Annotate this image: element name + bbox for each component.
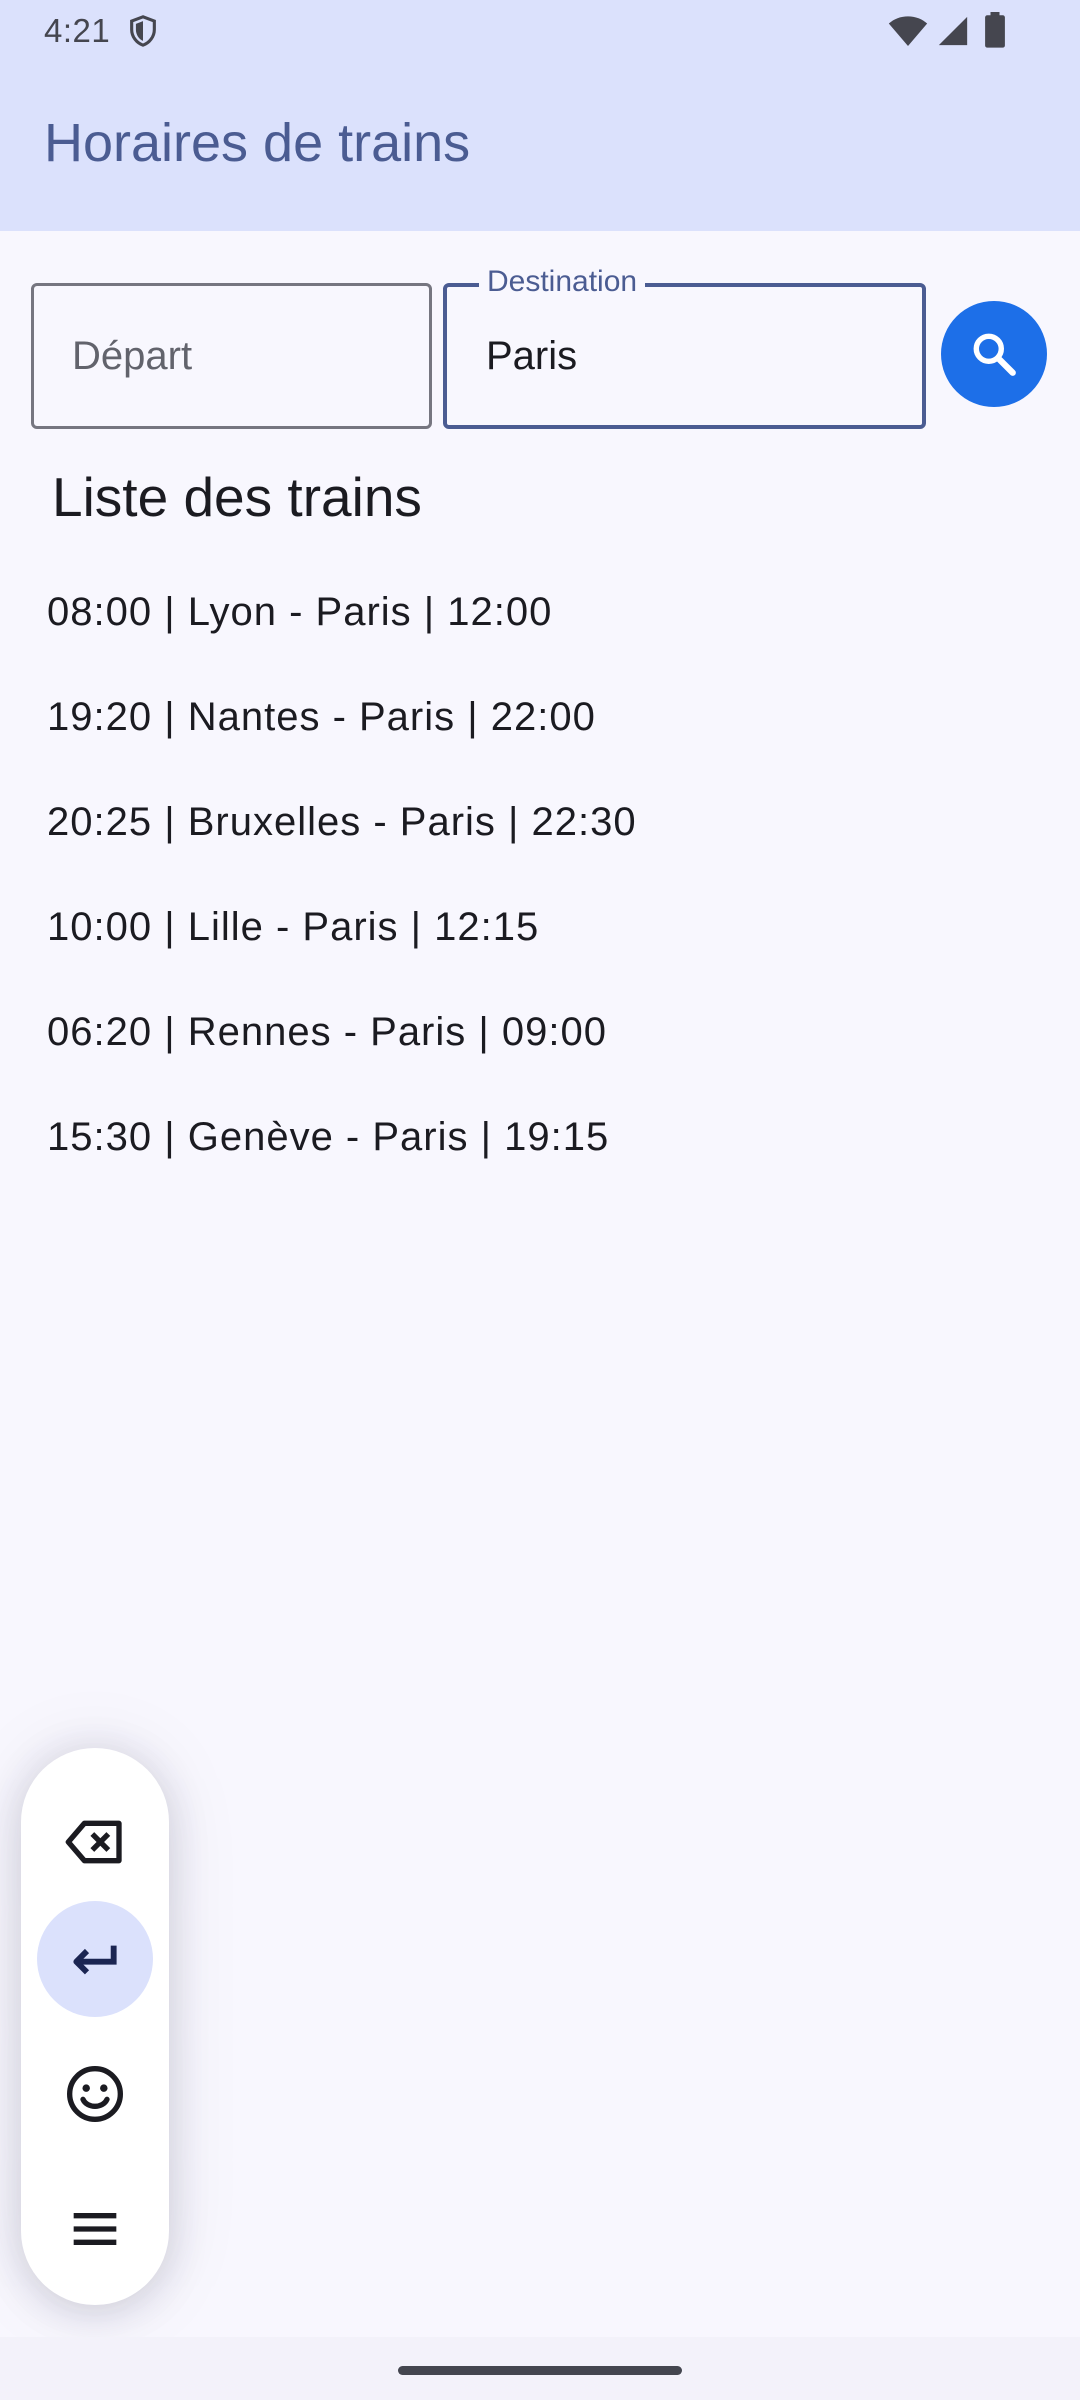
battery-icon	[985, 12, 1005, 48]
app-title: Horaires de trains	[44, 113, 471, 173]
floating-keyboard-panel	[21, 1748, 169, 2305]
train-list-item[interactable]: 10:00 | Lille - Paris | 12:15	[47, 891, 1047, 996]
wifi-icon	[888, 16, 928, 46]
backspace-key[interactable]	[37, 1784, 153, 1900]
destination-field[interactable]: Destination	[443, 265, 926, 429]
shield-icon	[130, 15, 156, 47]
menu-icon	[73, 2213, 117, 2245]
emoji-icon	[67, 2066, 123, 2122]
train-list: 08:00 | Lyon - Paris | 12:00 19:20 | Nan…	[47, 576, 1047, 1206]
status-time: 4:21	[44, 12, 111, 49]
train-list-item[interactable]: 08:00 | Lyon - Paris | 12:00	[47, 576, 1047, 681]
train-list-item[interactable]: 20:25 | Bruxelles - Paris | 22:30	[47, 786, 1047, 891]
status-bar: 4:21	[0, 0, 1080, 64]
enter-key[interactable]	[37, 1901, 153, 2017]
signal-icon	[938, 16, 968, 46]
depart-input[interactable]	[72, 286, 407, 426]
search-button[interactable]	[941, 301, 1047, 407]
menu-key[interactable]	[37, 2171, 153, 2287]
train-list-item[interactable]: 19:20 | Nantes - Paris | 22:00	[47, 681, 1047, 786]
depart-field[interactable]	[31, 283, 432, 429]
backspace-icon	[65, 1820, 122, 1864]
destination-input[interactable]	[486, 287, 901, 425]
top-app-bar: 4:21 Horaires de trains	[0, 0, 1080, 231]
enter-icon	[73, 1945, 117, 1975]
train-list-item[interactable]: 15:30 | Genève - Paris | 19:15	[47, 1101, 1047, 1206]
train-list-title: Liste des trains	[52, 466, 422, 528]
emoji-key[interactable]	[37, 2036, 153, 2152]
train-list-item[interactable]: 06:20 | Rennes - Paris | 09:00	[47, 996, 1047, 1101]
gesture-navigation-bar[interactable]	[398, 2366, 682, 2375]
search-icon	[973, 333, 1016, 376]
